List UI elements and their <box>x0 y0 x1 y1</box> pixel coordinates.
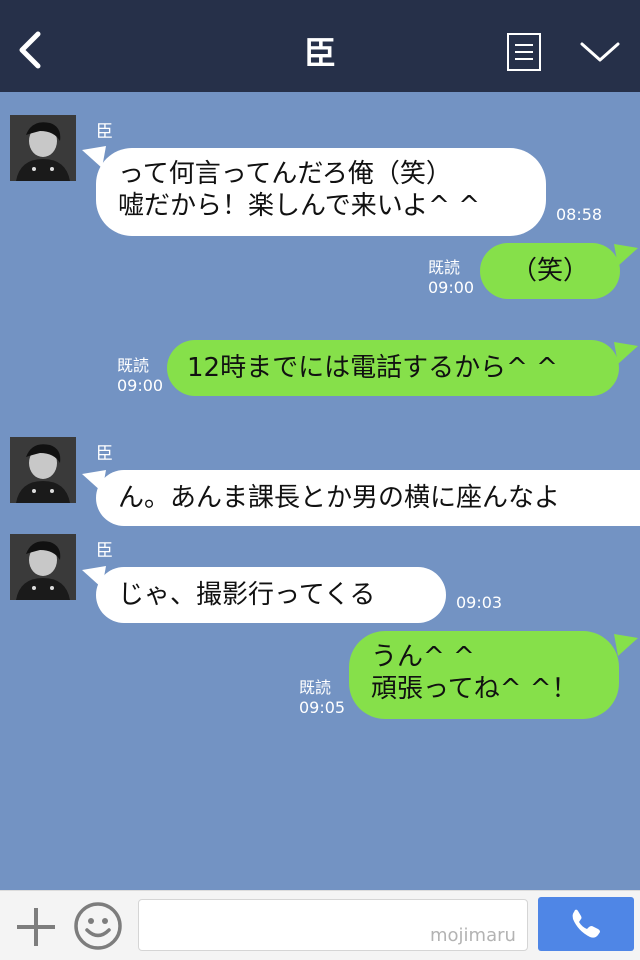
menu-button[interactable] <box>506 32 542 72</box>
avatar[interactable] <box>10 534 76 600</box>
phone-icon <box>572 909 600 938</box>
message-line: じゃ、撮影行ってくる <box>118 580 376 610</box>
message-bubble-sent[interactable]: うん^ ^ 頑張ってね^ ^！ <box>349 631 619 719</box>
message-bubble-received[interactable]: って何言ってんだろ俺（笑） 嘘だから！楽しんで来いよ^ ^ <box>96 148 546 236</box>
read-label: 既読 <box>299 678 332 697</box>
read-status: 既読 09:05 <box>299 678 345 718</box>
bubble-tail <box>614 342 638 364</box>
message-time: 09:05 <box>299 698 346 717</box>
avatar[interactable] <box>10 437 76 503</box>
avatar-image <box>10 534 76 600</box>
read-label: 既読 <box>117 356 150 375</box>
chat-header: 臣 <box>0 0 640 92</box>
chat-area[interactable]: 臣 って何言ってんだろ俺（笑） 嘘だから！楽しんで来いよ^ ^ 08:58 既読… <box>0 92 640 890</box>
message-line: うん^ ^ <box>371 642 475 672</box>
read-status: 既読 09:00 <box>117 356 163 396</box>
plus-button[interactable] <box>14 905 58 949</box>
message-line: ん。あんま課長とか男の横に座んなよ <box>118 483 561 513</box>
message-bubble-sent[interactable]: 12時までには電話するから^ ^ <box>167 340 619 396</box>
menu-icon <box>507 33 541 71</box>
sender-name: 臣 <box>96 122 113 142</box>
message-line: って何言ってんだろ俺（笑） <box>118 159 452 189</box>
avatar[interactable] <box>10 115 76 181</box>
read-label: 既読 <box>428 258 461 277</box>
bubble-tail <box>614 634 638 656</box>
message-line: 嘘だから！楽しんで来いよ^ ^ <box>118 191 481 221</box>
collapse-button[interactable] <box>578 36 622 68</box>
sender-name: 臣 <box>96 444 113 464</box>
message-time: 09:03 <box>456 593 503 612</box>
message-bubble-received[interactable]: じゃ、撮影行ってくる <box>96 567 446 623</box>
message-bubble-received[interactable]: ん。あんま課長とか男の横に座んなよ <box>96 470 640 526</box>
watermark: mojimaru <box>430 925 516 946</box>
message-line: 12時までには電話するから^ ^ <box>187 353 558 383</box>
read-status: 既読 09:00 <box>428 258 474 298</box>
emoji-icon <box>74 902 122 950</box>
avatar-image <box>10 115 76 181</box>
message-input-bar: mojimaru <box>0 890 640 960</box>
message-line: （笑） <box>510 256 589 286</box>
bubble-tail <box>614 244 638 266</box>
plus-icon <box>17 908 55 946</box>
message-bubble-sent[interactable]: （笑） <box>480 243 620 299</box>
sender-name: 臣 <box>96 541 113 561</box>
avatar-image <box>10 437 76 503</box>
message-line: 頑張ってね^ ^！ <box>371 674 578 704</box>
chevron-down-icon <box>580 42 620 62</box>
message-time: 09:00 <box>428 278 475 297</box>
message-time: 09:00 <box>117 376 164 395</box>
message-time: 08:58 <box>556 205 603 224</box>
chat-title: 臣 <box>303 34 336 72</box>
emoji-button[interactable] <box>73 901 123 951</box>
call-button[interactable] <box>538 897 634 951</box>
